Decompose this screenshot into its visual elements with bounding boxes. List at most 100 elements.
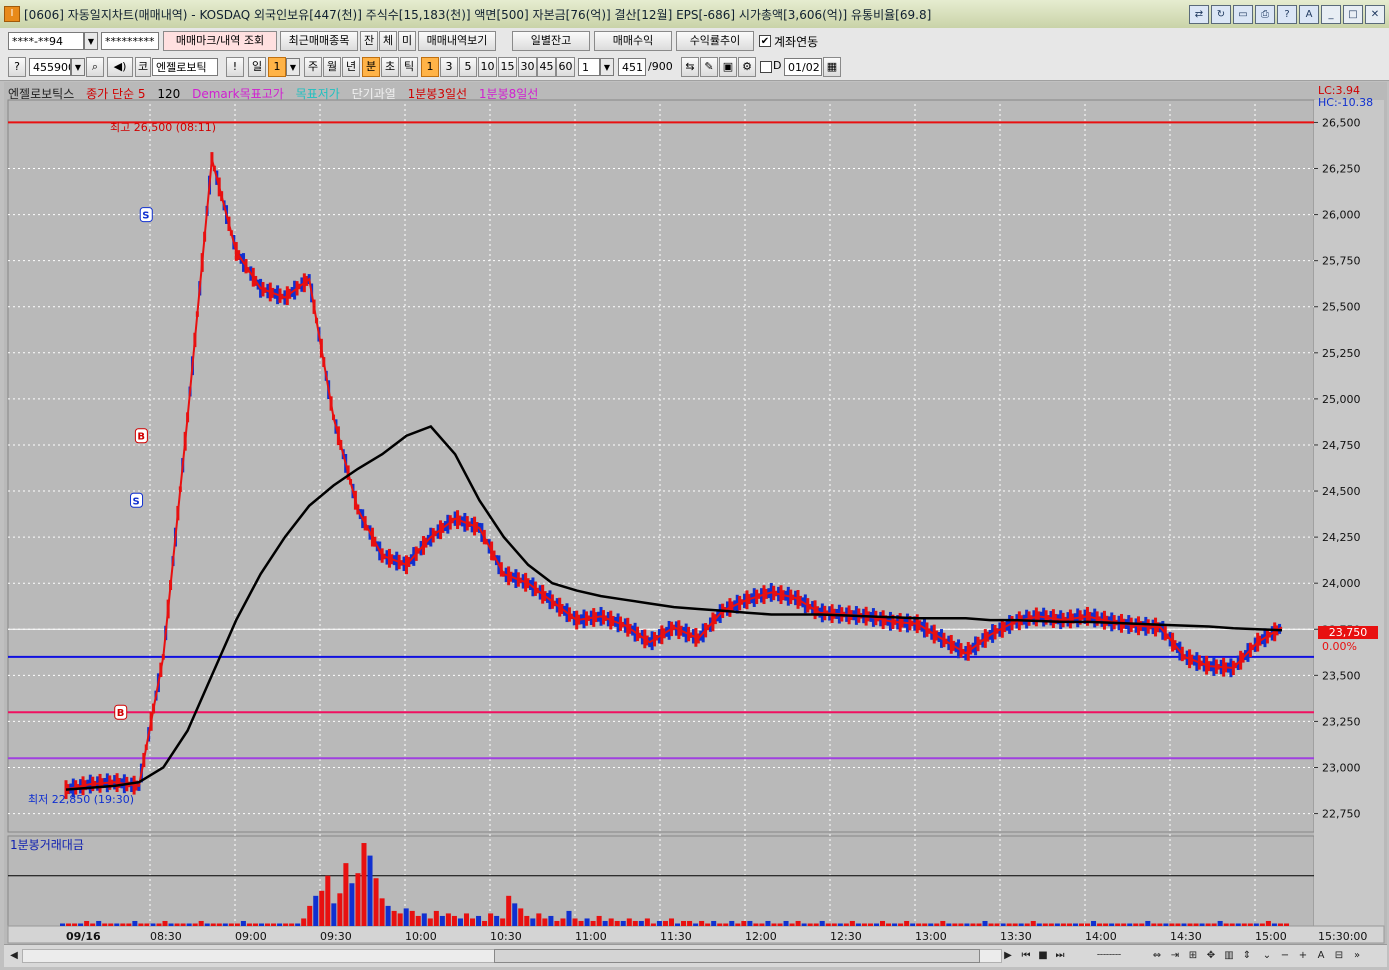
scroll-right-icon[interactable]: ▶ — [1000, 948, 1016, 964]
x-tick-label: 12:00 — [745, 930, 777, 943]
volume-bar — [470, 918, 476, 926]
chart-type-icon[interactable]: ▥ — [1221, 948, 1237, 964]
volume-bar — [289, 923, 295, 926]
volume-bar — [216, 923, 222, 926]
volume-bar — [681, 920, 687, 926]
volume-bar — [964, 923, 970, 926]
volume-bar — [898, 923, 904, 926]
y-tick-label: 22,750 — [1322, 808, 1361, 821]
volume-bar — [355, 873, 361, 926]
chart-scrollbar[interactable]: ◀ ▶ ⏮ ■ ⏭ ┄┄┄┄ ⇔ ⇥ ⊞ ✥ ▥ ⇕ ⌄ − + A ⊟ » — [4, 944, 1387, 967]
volume-bar — [150, 923, 156, 926]
zoom-out-icon[interactable]: − — [1277, 948, 1293, 964]
chart-legend: 엔젤로보틱스 종가 단순 5 120 Demark목표고가 목표저가 단기과열 … — [8, 85, 546, 101]
volume-bar — [916, 923, 922, 926]
volume-panel — [7, 835, 1315, 927]
volume-bar — [397, 913, 403, 926]
volume-bar — [1012, 923, 1018, 926]
step-back-icon[interactable]: ⏮ — [1018, 948, 1034, 964]
volume-bar — [439, 915, 445, 926]
volume-bar — [825, 923, 831, 926]
y-tick-label: 26,000 — [1322, 209, 1361, 222]
volume-bar — [729, 920, 735, 926]
volume-bar — [156, 923, 162, 926]
volume-bar — [162, 920, 168, 926]
volume-bar — [1157, 923, 1163, 926]
volume-bar — [277, 923, 283, 926]
volume-bar — [325, 875, 331, 926]
volume-bar — [837, 923, 843, 926]
ruler-icon[interactable]: ⊟ — [1331, 948, 1347, 964]
trade-marker-label: S — [133, 496, 140, 507]
volume-bar — [632, 920, 638, 926]
volume-bar — [343, 863, 349, 926]
volume-bar — [337, 893, 343, 926]
y-tick-label: 24,000 — [1322, 577, 1361, 590]
fit-icon[interactable]: ⇥ — [1167, 948, 1183, 964]
collapse-icon[interactable]: ⌄ — [1259, 948, 1275, 964]
scale-icon[interactable]: ⇕ — [1239, 948, 1255, 964]
current-price-flag: 23,750 — [1318, 626, 1378, 639]
font-size-icon[interactable]: A — [1313, 948, 1329, 964]
volume-bar — [1042, 923, 1048, 926]
volume-bar — [349, 883, 355, 926]
volume-bar — [120, 923, 126, 926]
scroll-spacer: ┄┄┄┄ — [1096, 950, 1122, 961]
legend-demark-low: 목표저가 — [295, 87, 340, 101]
volume-bar — [1277, 923, 1283, 926]
volume-bar — [958, 923, 964, 926]
expand-icon[interactable]: » — [1349, 948, 1365, 964]
x-tick-label: 14:00 — [1085, 930, 1117, 943]
volume-bar — [1036, 923, 1042, 926]
legend-stock-name: 엔젤로보틱스 — [8, 87, 75, 101]
volume-bar — [789, 923, 795, 926]
volume-bar — [1265, 920, 1271, 926]
volume-bar — [1121, 923, 1127, 926]
volume-bar — [614, 920, 620, 926]
volume-bar — [524, 915, 530, 926]
volume-bar — [705, 923, 711, 926]
volume-bar — [373, 878, 379, 926]
scroll-left-icon[interactable]: ◀ — [6, 948, 22, 964]
volume-bar — [476, 915, 482, 926]
volume-bar — [482, 920, 488, 926]
volume-bar — [970, 923, 976, 926]
volume-bar — [1229, 923, 1235, 926]
crosshair-icon[interactable]: ⊞ — [1185, 948, 1201, 964]
volume-bar — [84, 920, 90, 926]
volume-bar — [717, 923, 723, 926]
volume-bar — [584, 918, 590, 926]
volume-bar — [66, 923, 72, 926]
y-tick-label: 26,500 — [1322, 116, 1361, 129]
x-tick-label: 15:30:00 — [1318, 930, 1367, 943]
volume-bar — [1091, 920, 1097, 926]
scroll-thumb[interactable] — [494, 949, 980, 963]
volume-bar — [566, 910, 572, 926]
volume-bar — [602, 920, 608, 926]
zoom-in-icon[interactable]: + — [1295, 948, 1311, 964]
volume-bar — [385, 905, 391, 926]
volume-bar — [940, 920, 946, 926]
volume-bar — [488, 913, 494, 926]
volume-bar — [572, 918, 578, 926]
x-tick-label: 09/16 — [66, 930, 101, 943]
step-forward-icon[interactable]: ⏭ — [1052, 948, 1068, 964]
trade-marker-label: S — [142, 211, 149, 222]
volume-bar — [1151, 923, 1157, 926]
high-annotation: 최고 26,500 (08:11) — [110, 121, 217, 134]
volume-bar — [1072, 923, 1078, 926]
volume-bar — [234, 923, 240, 926]
volume-bar — [144, 923, 150, 926]
volume-bar — [1247, 923, 1253, 926]
volume-bar — [675, 923, 681, 926]
stop-icon[interactable]: ■ — [1035, 948, 1051, 964]
pan-icon[interactable]: ✥ — [1203, 948, 1219, 964]
volume-bar — [1205, 923, 1211, 926]
x-tick-label: 12:30 — [830, 930, 862, 943]
volume-bar — [126, 923, 132, 926]
volume-bar — [662, 920, 668, 926]
volume-bar — [500, 918, 506, 926]
volume-bar — [831, 923, 837, 926]
volume-bar — [747, 920, 753, 926]
zoom-range-icon[interactable]: ⇔ — [1149, 948, 1165, 964]
